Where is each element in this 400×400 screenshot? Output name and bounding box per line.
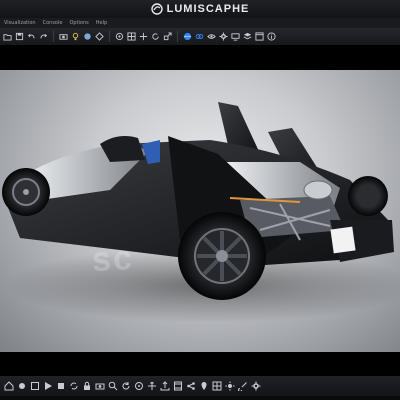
- lumiscaphe-logo-icon: [150, 0, 163, 19]
- camera-icon[interactable]: [95, 381, 105, 391]
- car-render: [2, 102, 400, 323]
- render-icon[interactable]: [95, 32, 104, 41]
- main-toolbar: [0, 28, 400, 46]
- home-icon[interactable]: [4, 381, 14, 391]
- bottom-edge: [0, 396, 400, 400]
- reset-icon[interactable]: [121, 381, 131, 391]
- brush-icon[interactable]: [238, 381, 248, 391]
- move-icon[interactable]: [139, 32, 148, 41]
- app-title: LUMISCAPHE: [166, 3, 250, 15]
- link-icon[interactable]: [195, 32, 204, 41]
- letterbox-top: [0, 46, 400, 70]
- play-icon[interactable]: [43, 381, 53, 391]
- brand: LUMISCAPHE: [150, 0, 250, 19]
- frame-icon[interactable]: [30, 381, 40, 391]
- view-icon[interactable]: [207, 32, 216, 41]
- far-rear-wheel: [348, 176, 388, 216]
- menu-item-console[interactable]: Console: [43, 20, 63, 26]
- pin-icon[interactable]: [199, 381, 209, 391]
- loop-icon[interactable]: [69, 381, 79, 391]
- stop-icon[interactable]: [56, 381, 66, 391]
- info-icon[interactable]: [267, 32, 276, 41]
- front-wheel: [2, 168, 50, 216]
- record-icon[interactable]: [17, 381, 27, 391]
- rear-wheel: [178, 212, 266, 300]
- toolbar-separator: [109, 31, 110, 42]
- menu-item-options[interactable]: Options: [69, 20, 88, 26]
- undo-icon[interactable]: [27, 32, 36, 41]
- pan-icon[interactable]: [147, 381, 157, 391]
- menu-bar: Visualization Console Options Help: [0, 18, 400, 28]
- material-icon[interactable]: [83, 32, 92, 41]
- save-icon[interactable]: [15, 32, 24, 41]
- toolbar-separator: [177, 31, 178, 42]
- toolbar-separator: [53, 31, 54, 42]
- display-icon[interactable]: [231, 32, 240, 41]
- grid-icon[interactable]: [212, 381, 222, 391]
- settings-icon[interactable]: [219, 32, 228, 41]
- sun-icon[interactable]: [225, 381, 235, 391]
- settings-icon[interactable]: [251, 381, 261, 391]
- lock-icon[interactable]: [82, 381, 92, 391]
- title-bar: LUMISCAPHE: [0, 0, 400, 18]
- bottom-toolbar: [0, 376, 400, 396]
- film-icon[interactable]: [173, 381, 183, 391]
- grid-icon[interactable]: [127, 32, 136, 41]
- target-icon[interactable]: [134, 381, 144, 391]
- environment-icon[interactable]: [183, 32, 192, 41]
- export-icon[interactable]: [160, 381, 170, 391]
- letterbox-bottom: [0, 352, 400, 376]
- redo-icon[interactable]: [39, 32, 48, 41]
- watermark-text: sc: [91, 238, 135, 280]
- exhaust: [303, 180, 333, 200]
- open-icon[interactable]: [3, 32, 12, 41]
- menu-item-help[interactable]: Help: [96, 20, 107, 26]
- light-icon[interactable]: [71, 32, 80, 41]
- zoom-icon[interactable]: [108, 381, 118, 391]
- rotate-icon[interactable]: [151, 32, 160, 41]
- camera-icon[interactable]: [59, 32, 68, 41]
- snapshot-icon[interactable]: [115, 32, 124, 41]
- window-icon[interactable]: [255, 32, 264, 41]
- share-icon[interactable]: [186, 381, 196, 391]
- scale-icon[interactable]: [163, 32, 172, 41]
- layers-icon[interactable]: [243, 32, 252, 41]
- render-viewport[interactable]: sc: [0, 70, 400, 352]
- rear-badge: [330, 226, 356, 254]
- menu-item-visualization[interactable]: Visualization: [4, 20, 36, 26]
